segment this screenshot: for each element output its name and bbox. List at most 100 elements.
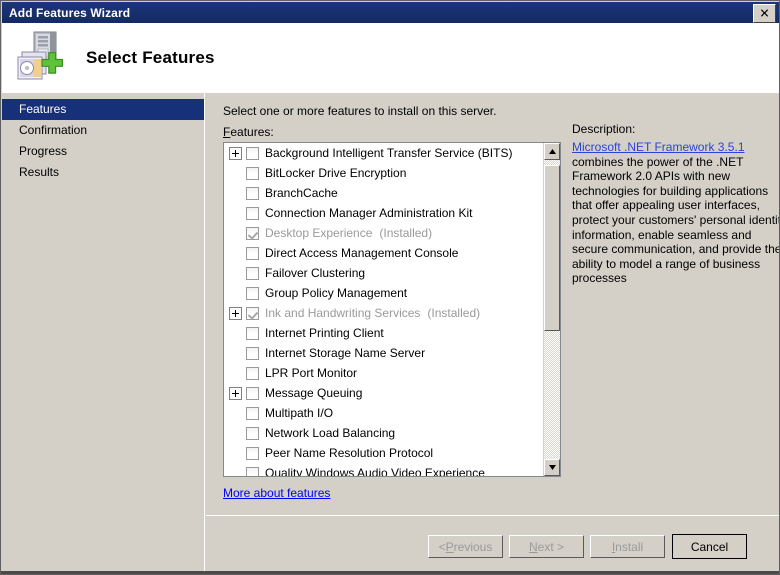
feature-checkbox[interactable] — [246, 426, 259, 440]
feature-row[interactable]: Background Intelligent Transfer Service … — [224, 143, 544, 163]
feature-label: Quality Windows Audio Video Experience — [265, 466, 485, 476]
feature-row[interactable]: Multipath I/O — [224, 403, 544, 423]
feature-label: Multipath I/O — [265, 406, 334, 420]
feature-row[interactable]: Internet Storage Name Server — [224, 343, 544, 363]
expand-icon[interactable] — [229, 386, 242, 400]
expand-icon[interactable] — [229, 146, 242, 160]
next-button-label: ext > — [537, 539, 565, 554]
feature-checkbox[interactable] — [246, 226, 259, 240]
feature-row[interactable]: Message Queuing — [224, 383, 544, 403]
description-link[interactable]: Microsoft .NET Framework 3.5.1 — [572, 140, 745, 154]
sidebar-item-results[interactable]: Results — [2, 162, 204, 183]
content-pane: Select one or more features to install o… — [206, 93, 780, 515]
feature-row[interactable]: LPR Port Monitor — [224, 363, 544, 383]
feature-installed-badge: (Installed) — [427, 306, 481, 320]
window-title: Add Features Wizard — [9, 5, 131, 20]
previous-button[interactable]: < Previous — [428, 535, 503, 558]
feature-checkbox[interactable] — [246, 466, 259, 476]
wizard-steps-sidebar: Features Confirmation Progress Results — [2, 93, 205, 574]
feature-row[interactable]: Network Load Balancing — [224, 423, 544, 443]
next-button[interactable]: Next > — [509, 535, 584, 558]
feature-row[interactable]: Connection Manager Administration Kit — [224, 203, 544, 223]
feature-label: Network Load Balancing — [265, 426, 396, 440]
feature-row[interactable]: Internet Printing Client — [224, 323, 544, 343]
feature-checkbox[interactable] — [246, 186, 259, 200]
more-about-features-link[interactable]: More about features — [223, 486, 330, 500]
description-body: Microsoft .NET Framework 3.5.1 combines … — [572, 140, 780, 286]
feature-row[interactable]: BitLocker Drive Encryption — [224, 163, 544, 183]
feature-row[interactable]: Failover Clustering — [224, 263, 544, 283]
feature-checkbox[interactable] — [246, 326, 259, 340]
feature-row[interactable]: BranchCache — [224, 183, 544, 203]
feature-row[interactable]: Peer Name Resolution Protocol — [224, 443, 544, 463]
next-button-accesskey: N — [528, 539, 538, 554]
expand-icon[interactable] — [229, 306, 242, 320]
wizard-header: Select Features — [2, 23, 779, 93]
feature-label: BranchCache — [265, 186, 338, 200]
feature-row[interactable]: Group Policy Management — [224, 283, 544, 303]
scroll-up-button[interactable] — [544, 143, 560, 160]
cancel-button[interactable]: Cancel — [672, 534, 747, 559]
description-pane: Description: Microsoft .NET Framework 3.… — [564, 93, 780, 515]
feature-checkbox[interactable] — [246, 266, 259, 280]
feature-checkbox[interactable] — [246, 246, 259, 260]
features-scrollbar[interactable] — [543, 143, 560, 476]
close-button[interactable] — [753, 4, 776, 23]
feature-checkbox[interactable] — [246, 146, 259, 160]
sidebar-item-features[interactable]: Features — [2, 99, 204, 120]
feature-checkbox[interactable] — [246, 366, 259, 380]
feature-checkbox[interactable] — [246, 406, 259, 420]
add-features-wizard-window: Add Features Wizard Select Features Feat… — [0, 0, 780, 575]
triangle-down-icon — [548, 465, 556, 470]
features-label-rest: eatures: — [230, 125, 274, 139]
feature-label: Peer Name Resolution Protocol — [265, 446, 434, 460]
feature-label: Ink and Handwriting Services — [265, 306, 421, 320]
feature-row[interactable]: Desktop Experience (Installed) — [224, 223, 544, 243]
feature-label: LPR Port Monitor — [265, 366, 358, 380]
window-bottom-edge — [1, 571, 779, 574]
feature-checkbox[interactable] — [246, 386, 259, 400]
feature-checkbox[interactable] — [246, 286, 259, 300]
feature-checkbox[interactable] — [246, 346, 259, 360]
feature-label: Message Queuing — [265, 386, 363, 400]
cancel-button-label: Cancel — [690, 539, 729, 554]
feature-checkbox[interactable] — [246, 446, 259, 460]
triangle-up-icon — [548, 149, 556, 154]
feature-label: Failover Clustering — [265, 266, 366, 280]
install-button[interactable]: Install — [590, 535, 665, 558]
previous-button-label: revious — [453, 539, 493, 554]
server-add-feature-icon — [12, 30, 74, 86]
feature-checkbox[interactable] — [246, 306, 259, 320]
feature-checkbox[interactable] — [246, 166, 259, 180]
feature-label: Group Policy Management — [265, 286, 408, 300]
description-text: combines the power of the .NET Framework… — [572, 154, 780, 286]
feature-label: Desktop Experience — [265, 226, 373, 240]
feature-row[interactable]: Direct Access Management Console — [224, 243, 544, 263]
previous-button-accesskey: P — [445, 539, 454, 554]
instruction-text: Select one or more features to install o… — [223, 104, 497, 118]
sidebar-item-progress[interactable]: Progress — [2, 141, 204, 162]
feature-checkbox[interactable] — [246, 206, 259, 220]
wizard-footer: < Previous Next > Install Cancel — [206, 515, 779, 574]
feature-label: Connection Manager Administration Kit — [265, 206, 473, 220]
feature-row[interactable]: Ink and Handwriting Services (Installed) — [224, 303, 544, 323]
scrollbar-thumb[interactable] — [544, 165, 560, 331]
scroll-down-button[interactable] — [544, 459, 560, 476]
features-listbox[interactable]: Background Intelligent Transfer Service … — [223, 142, 561, 477]
sidebar-item-confirmation[interactable]: Confirmation — [2, 120, 204, 141]
feature-row[interactable]: Quality Windows Audio Video Experience — [224, 463, 544, 476]
feature-installed-badge: (Installed) — [379, 226, 433, 240]
